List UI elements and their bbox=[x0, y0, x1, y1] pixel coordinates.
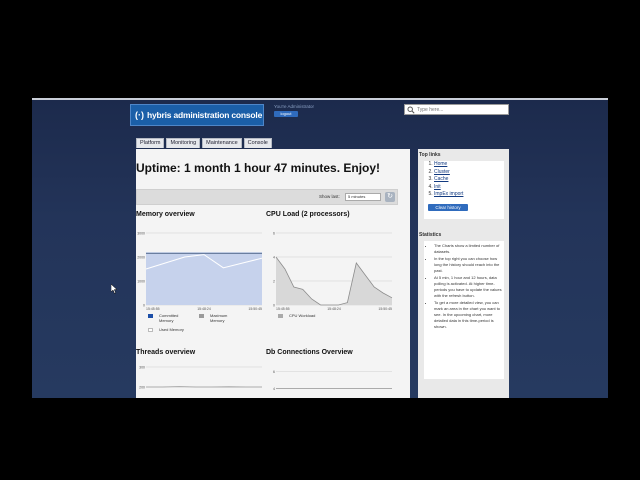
legend-swatch-maximum bbox=[199, 314, 204, 318]
logout-button[interactable]: logout bbox=[274, 111, 298, 117]
clear-history-button[interactable]: Clear history bbox=[428, 204, 468, 211]
search-icon bbox=[407, 105, 415, 114]
top-link-item: Home bbox=[434, 161, 504, 169]
y-tick-label: 200 bbox=[139, 385, 145, 389]
y-tick-label: 1000 bbox=[137, 279, 145, 283]
top-link-item: Cache bbox=[434, 176, 504, 184]
legend-label: Used Memory bbox=[159, 327, 184, 332]
y-tick-label: 6 bbox=[273, 370, 275, 374]
legend-label: Maximum Memory bbox=[210, 313, 228, 323]
y-tick-label: 2 bbox=[273, 279, 275, 283]
search-box[interactable] bbox=[404, 104, 509, 115]
y-tick-label: 0 bbox=[143, 303, 145, 307]
main-nav: Platform Monitoring Maintenance Console bbox=[136, 138, 272, 148]
hybris-logo-icon: (·) bbox=[135, 110, 144, 120]
memory-chart[interactable]: 0 1000 2000 3000 15:45:55 15:48:24 15:50:45 bbox=[136, 221, 266, 313]
tab-maintenance[interactable]: Maintenance bbox=[202, 138, 242, 148]
tab-console[interactable]: Console bbox=[243, 138, 272, 148]
y-tick-label: 4 bbox=[273, 387, 275, 391]
y-tick-label: 3000 bbox=[137, 231, 145, 235]
y-tick-label: 300 bbox=[139, 365, 145, 369]
statistics-item: In the top right you can choose how long… bbox=[434, 256, 502, 274]
statistics-list: The Charts show a limited number of data… bbox=[424, 241, 504, 330]
x-tick-label: 15:50:45 bbox=[248, 307, 262, 311]
db-chart-title: Db Connections Overview bbox=[266, 349, 353, 356]
legend-label: CPU Workload bbox=[289, 313, 316, 318]
x-tick-label: 15:45:55 bbox=[146, 307, 160, 311]
top-link-impex-import[interactable]: ImpEx import bbox=[434, 191, 463, 197]
top-link-home[interactable]: Home bbox=[434, 161, 447, 167]
x-tick-label: 15:45:55 bbox=[276, 307, 290, 311]
user-info: You're Administrator logout bbox=[274, 104, 314, 117]
top-link-init[interactable]: Init bbox=[434, 184, 441, 190]
top-link-item: Init bbox=[434, 184, 504, 192]
legend-swatch-used bbox=[148, 328, 153, 332]
cpu-chart-title: CPU Load (2 processors) bbox=[266, 211, 350, 218]
threads-chart-title: Threads overview bbox=[136, 349, 196, 356]
viewport-top-border bbox=[32, 98, 608, 100]
statistics-item: To get a more detailed view, you can mar… bbox=[434, 300, 502, 330]
user-line: You're Administrator bbox=[274, 104, 314, 109]
browser-viewport: (·) hybris administration console You're… bbox=[32, 98, 608, 398]
top-links-box: Home Cluster Cache Init ImpEx import Cle… bbox=[424, 161, 504, 219]
logo-text: hybris administration console bbox=[147, 110, 263, 120]
hybris-logo[interactable]: (·) hybris administration console bbox=[130, 104, 264, 126]
y-tick-label: 2000 bbox=[137, 255, 145, 259]
legend-committed-memory: Committed Memory bbox=[148, 313, 185, 323]
threads-chart[interactable]: 200 300 bbox=[136, 361, 266, 398]
refresh-icon: ↻ bbox=[387, 193, 393, 200]
top-links-title: Top links bbox=[419, 152, 441, 158]
y-tick-label: 6 bbox=[273, 231, 275, 235]
top-link-item: Cluster bbox=[434, 169, 504, 177]
memory-chart-title: Memory overview bbox=[136, 211, 195, 218]
top-link-item: ImpEx import bbox=[434, 191, 504, 199]
x-tick-label: 15:48:24 bbox=[327, 307, 341, 311]
top-link-cluster[interactable]: Cluster bbox=[434, 169, 450, 175]
statistics-item: The Charts show a limited number of data… bbox=[434, 243, 502, 255]
tab-monitoring[interactable]: Monitoring bbox=[166, 138, 201, 148]
y-tick-label: 0 bbox=[273, 303, 275, 307]
legend-swatch-cpu bbox=[278, 314, 283, 318]
tab-platform[interactable]: Platform bbox=[136, 138, 165, 148]
show-last-select[interactable]: 5 minutes bbox=[345, 193, 381, 201]
mouse-cursor-icon bbox=[111, 284, 118, 294]
legend-maximum-memory: Maximum Memory bbox=[199, 313, 236, 323]
legend-swatch-committed bbox=[148, 314, 153, 318]
x-tick-label: 15:50:45 bbox=[378, 307, 392, 311]
statistics-title: Statistics bbox=[419, 232, 442, 238]
legend-label: Committed Memory bbox=[159, 313, 179, 323]
cpu-chart[interactable]: 0 2 4 6 15:45:55 15:48:24 15:50:45 bbox=[266, 221, 396, 313]
statistics-item: At 5 min, 1 hour and 12 hours, data poll… bbox=[434, 275, 502, 299]
search-input[interactable] bbox=[415, 105, 505, 114]
db-chart[interactable]: 46 bbox=[266, 361, 396, 398]
refresh-button[interactable]: ↻ bbox=[385, 192, 395, 202]
legend-used-memory: Used Memory bbox=[148, 327, 199, 332]
committed-memory-area bbox=[146, 253, 262, 305]
legend-cpu-workload: CPU Workload bbox=[278, 313, 329, 318]
statistics-box: The Charts show a limited number of data… bbox=[424, 241, 504, 379]
main-content: Uptime: 1 month 1 hour 47 minutes. Enjoy… bbox=[136, 149, 410, 398]
show-last-label: Show last: bbox=[319, 194, 340, 199]
sidebar: Top links Home Cluster Cache Init ImpEx … bbox=[418, 149, 509, 398]
x-tick-label: 15:48:24 bbox=[197, 307, 211, 311]
page-title: Uptime: 1 month 1 hour 47 minutes. Enjoy… bbox=[136, 161, 381, 175]
filter-bar: Show last: 5 minutes ↻ bbox=[136, 189, 398, 205]
y-tick-label: 4 bbox=[273, 255, 275, 259]
top-link-cache[interactable]: Cache bbox=[434, 176, 448, 182]
top-links-list: Home Cluster Cache Init ImpEx import bbox=[424, 161, 504, 199]
